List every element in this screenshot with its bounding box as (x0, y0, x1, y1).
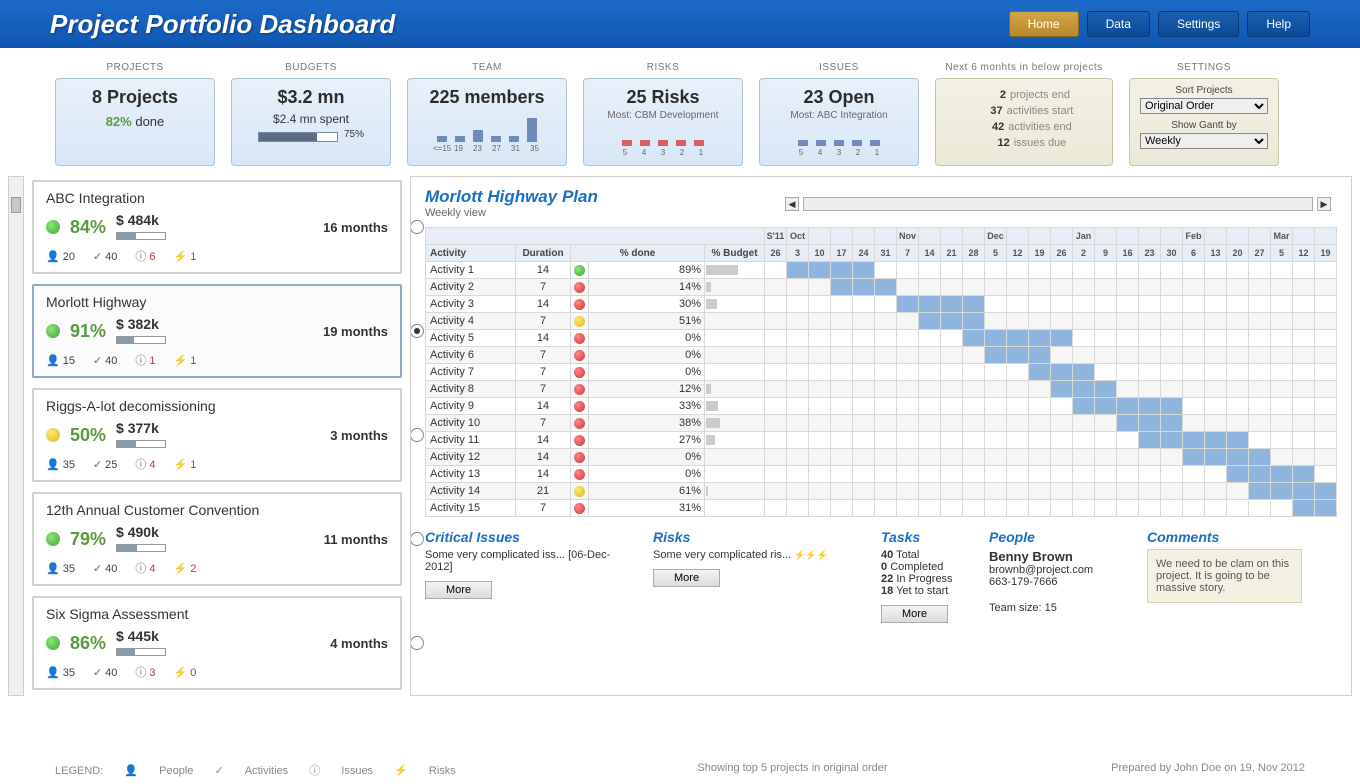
people-icon: 👤 (46, 563, 60, 575)
people-icon: 👤 (46, 251, 60, 263)
footer-center: Showing top 5 projects in original order (697, 762, 887, 778)
info-icon: ⓘ (135, 251, 146, 263)
nav-help[interactable]: Help (1247, 11, 1310, 37)
people-icon: 👤 (46, 667, 60, 679)
budgets-label: BUDGETS (231, 62, 391, 73)
project-name: ABC Integration (46, 190, 388, 206)
status-dot (46, 636, 60, 650)
nav-buttons: Home Data Settings Help (1009, 11, 1310, 37)
status-dot (46, 428, 60, 442)
projects-card[interactable]: 8 Projects 82% done (55, 78, 215, 166)
check-icon: ✓ (93, 563, 102, 575)
issues-card[interactable]: 23 Open Most: ABC Integration 54321 (759, 78, 919, 166)
gantt-select[interactable]: Weekly (1140, 133, 1268, 149)
scroll-right-icon[interactable]: ▶ (1317, 197, 1331, 211)
gantt-table: S'11OctNovDecJanFebMarActivityDuration% … (425, 227, 1337, 517)
risks-heading: Risks (653, 529, 863, 545)
info-icon: ⓘ (135, 355, 146, 367)
status-dot (46, 220, 60, 234)
people-icon: 👤 (46, 355, 60, 367)
tasks-heading: Tasks (881, 529, 971, 545)
scrollbar-left[interactable] (8, 176, 24, 696)
scroll-left-icon[interactable]: ◀ (785, 197, 799, 211)
team-label: TEAM (407, 62, 567, 73)
bolt-icon: ⚡ (394, 765, 411, 777)
summary-cards: PROJECTS 8 Projects 82% done BUDGETS $3.… (0, 48, 1360, 176)
risk-icon: ⚡⚡⚡ (794, 550, 828, 560)
upcoming-card: 2projects end37activities start42activit… (935, 78, 1113, 166)
comments-heading: Comments (1147, 529, 1302, 545)
detail-pane: Morlott Highway Plan Weekly view ◀▶ S'11… (410, 176, 1352, 696)
tasks-more[interactable]: More (881, 605, 948, 623)
nav-data[interactable]: Data (1087, 11, 1150, 37)
project-name: 12th Annual Customer Convention (46, 502, 388, 518)
legend: LEGEND: 👤 People ✓ Activities ⓘ Issues ⚡… (55, 762, 474, 778)
risks-more[interactable]: More (653, 569, 720, 587)
project-name: Riggs-A-lot decomissioning (46, 398, 388, 414)
check-icon: ✓ (93, 667, 102, 679)
info-icon: ⓘ (135, 667, 146, 679)
check-icon: ✓ (214, 765, 226, 777)
people-icon: 👤 (124, 765, 141, 777)
sort-select[interactable]: Original Order (1140, 98, 1268, 114)
projects-label: PROJECTS (55, 62, 215, 73)
issues-heading: Critical Issues (425, 529, 635, 545)
bolt-icon: ⚡ (174, 667, 188, 679)
gantt-scroll[interactable]: ◀▶ (785, 197, 1331, 211)
nav-home[interactable]: Home (1009, 11, 1079, 37)
settings-card: Sort Projects Original Order Show Gantt … (1129, 78, 1279, 166)
check-icon: ✓ (93, 355, 102, 367)
team-card[interactable]: 225 members <=151923273135 (407, 78, 567, 166)
issues-label: ISSUES (759, 62, 919, 73)
status-dot (46, 324, 60, 338)
project-card[interactable]: Riggs-A-lot decomissioning 50% $ 377k 3 … (32, 388, 402, 482)
info-icon: ⓘ (309, 765, 323, 777)
detail-bottom: Critical Issues Some very complicated is… (425, 529, 1337, 623)
bolt-icon: ⚡ (174, 563, 188, 575)
people-icon: 👤 (46, 459, 60, 471)
people-heading: People (989, 529, 1129, 545)
project-card[interactable]: 12th Annual Customer Convention 79% $ 49… (32, 492, 402, 586)
settings-label: SETTINGS (1129, 62, 1279, 73)
main-area: ABC Integration 84% $ 484k 16 months 👤20… (0, 176, 1360, 696)
check-icon: ✓ (93, 251, 102, 263)
project-list: ABC Integration 84% $ 484k 16 months 👤20… (32, 176, 402, 696)
project-card[interactable]: ABC Integration 84% $ 484k 16 months 👤20… (32, 180, 402, 274)
project-card[interactable]: Morlott Highway 91% $ 382k 19 months 👤15… (32, 284, 402, 378)
nav-settings[interactable]: Settings (1158, 11, 1239, 37)
risks-label: RISKS (583, 62, 743, 73)
bolt-icon: ⚡ (174, 355, 188, 367)
upcoming-label: Next 6 monhts in below projects (935, 62, 1113, 73)
info-icon: ⓘ (135, 459, 146, 471)
project-name: Morlott Highway (46, 294, 388, 310)
bolt-icon: ⚡ (174, 459, 188, 471)
project-card[interactable]: Six Sigma Assessment 86% $ 445k 4 months… (32, 596, 402, 690)
issues-more[interactable]: More (425, 581, 492, 599)
footer: LEGEND: 👤 People ✓ Activities ⓘ Issues ⚡… (0, 762, 1360, 778)
header: Project Portfolio Dashboard Home Data Se… (0, 0, 1360, 48)
footer-right: Prepared by John Doe on 19, Nov 2012 (1111, 762, 1305, 778)
comments-box: We need to be clam on this project. It i… (1147, 549, 1302, 603)
info-icon: ⓘ (135, 563, 146, 575)
page-title: Project Portfolio Dashboard (50, 9, 395, 40)
bolt-icon: ⚡ (174, 251, 188, 263)
check-icon: ✓ (93, 459, 102, 471)
status-dot (46, 532, 60, 546)
project-name: Six Sigma Assessment (46, 606, 388, 622)
budgets-card[interactable]: $3.2 mn $2.4 mn spent 75% (231, 78, 391, 166)
risks-card[interactable]: 25 Risks Most: CBM Development 54321 (583, 78, 743, 166)
